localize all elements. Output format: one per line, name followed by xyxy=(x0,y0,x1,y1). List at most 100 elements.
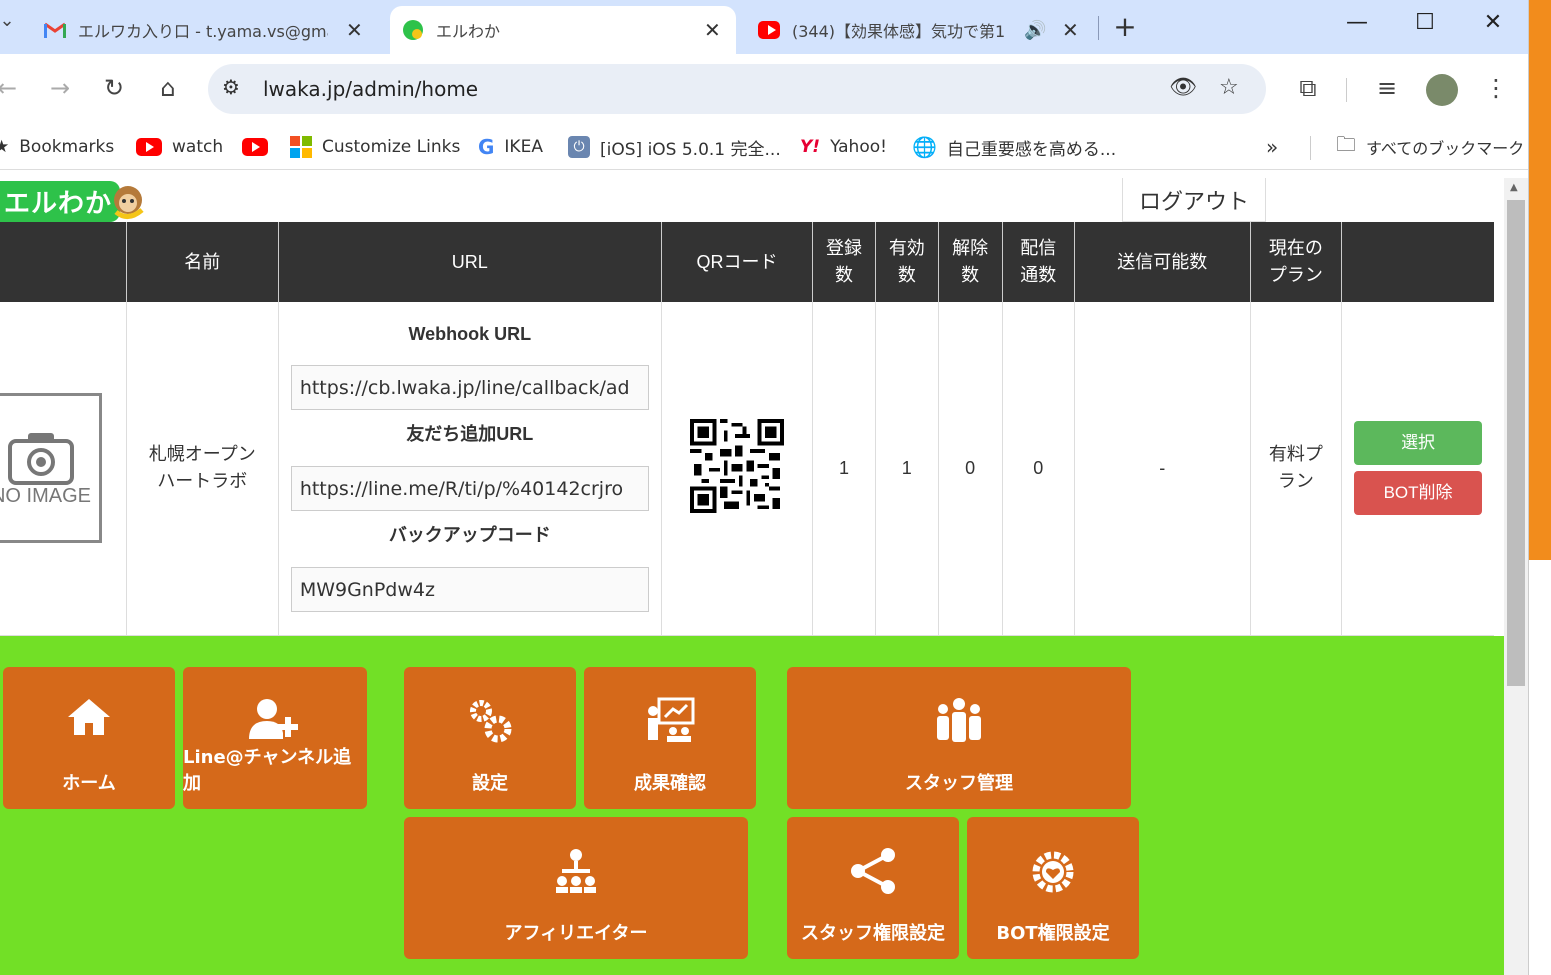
tab-elwaka[interactable]: エルわか ✕ xyxy=(390,6,736,54)
forward-arrow-icon[interactable]: → xyxy=(45,74,75,102)
column-sent: 配信通数 xyxy=(1002,222,1076,302)
bookmarks-bar: ★ Bookmarks watch Customize Links G IKEA ⏻… xyxy=(0,126,1528,170)
menu-label: BOT権限設定 xyxy=(996,923,1110,944)
address-bar[interactable]: ⚙ lwaka.jp/admin/home 👁 ☆ xyxy=(208,64,1266,114)
site-logo[interactable]: エルわか xyxy=(0,180,146,222)
bookmark-label: Yahoo! xyxy=(830,137,887,157)
page-scrollbar[interactable]: ▲ xyxy=(1504,178,1528,975)
results-menu-button[interactable]: 成果確認 xyxy=(584,667,756,809)
network-icon xyxy=(404,847,748,895)
presentation-icon xyxy=(584,697,756,743)
home-icon[interactable]: ⌂ xyxy=(153,74,183,102)
column-valid: 有効数 xyxy=(875,222,939,302)
admin-menu: ホーム Line@チャンネル追加 設定 成果確認 スタッフ管理 アフィリエイター xyxy=(0,636,1504,975)
reload-icon[interactable]: ↻ xyxy=(99,74,129,102)
cancelled-count: 0 xyxy=(938,302,1003,636)
profile-avatar[interactable] xyxy=(1426,74,1458,106)
column-cancelled: 解除数 xyxy=(938,222,1003,302)
youtube-icon xyxy=(136,138,162,156)
valid-count: 1 xyxy=(875,302,939,636)
add-user-icon xyxy=(183,697,367,741)
close-tab-icon[interactable]: ✕ xyxy=(704,18,721,42)
gears-icon xyxy=(404,697,576,745)
table-row: NO IMAGE 札幌オープンハートラボ Webhook URL https:/… xyxy=(0,302,1494,636)
webhook-url-field[interactable]: https://cb.lwaka.jp/line/callback/ad xyxy=(290,365,649,411)
bot-name-cell: 札幌オープンハートラボ xyxy=(126,302,279,636)
scroll-up-icon[interactable]: ▲ xyxy=(1510,182,1518,193)
backup-code-label: バックアップコード xyxy=(388,525,551,546)
gmail-icon xyxy=(44,19,66,41)
url-text[interactable]: lwaka.jp/admin/home xyxy=(263,77,478,101)
bookmark-star-icon[interactable]: ☆ xyxy=(1219,75,1239,100)
friend-url-field[interactable]: https://line.me/R/ti/p/%40142crjro xyxy=(290,466,649,512)
menu-label: アフィリエイター xyxy=(504,923,648,944)
browser-window: ⌄ エルワカ入り口 - t.yama.vs@gmai ✕ エルわか ✕ (344… xyxy=(0,0,1528,975)
all-bookmarks[interactable]: 🗀 すべてのブックマーク xyxy=(1336,132,1524,160)
column-actions xyxy=(1341,222,1494,302)
bookmark-item[interactable] xyxy=(242,134,278,160)
bot-table: 名前 URL QRコード 登録数 有効数 解除数 配信通数 送信可能数 現在のプ… xyxy=(0,222,1494,636)
bookmark-item[interactable]: ⏻ [iOS] iOS 5.0.1 完全... xyxy=(568,134,781,160)
tab-bar: ⌄ エルワカ入り口 - t.yama.vs@gmai ✕ エルわか ✕ (344… xyxy=(0,0,1528,54)
affiliator-menu-button[interactable]: アフィリエイター xyxy=(404,817,748,959)
no-image-placeholder: NO IMAGE xyxy=(0,393,102,544)
no-image-text: NO IMAGE xyxy=(0,484,91,507)
media-queue-icon[interactable]: ≡ xyxy=(1372,74,1402,102)
bookmark-item[interactable]: 🌐 自己重要感を高める... xyxy=(912,134,1116,160)
friend-url-label: 友だち追加URL xyxy=(406,424,534,445)
menu-label: スタッフ管理 xyxy=(905,773,1013,794)
staff-menu-button[interactable]: スタッフ管理 xyxy=(787,667,1131,809)
share-icon xyxy=(787,847,959,895)
tab-search-chevron-icon[interactable]: ⌄ xyxy=(0,10,22,31)
back-arrow-icon[interactable]: ← xyxy=(0,74,22,102)
more-bookmarks-chevron-icon[interactable]: » xyxy=(1266,134,1278,160)
bot-name: 札幌オープンハートラボ xyxy=(148,444,256,492)
yahoo-icon: Y! xyxy=(800,137,821,157)
qr-code-image[interactable] xyxy=(689,418,784,513)
site-settings-icon[interactable]: ⚙ xyxy=(222,75,240,99)
globe-icon: 🌐 xyxy=(912,135,937,159)
youtube-icon xyxy=(758,19,780,41)
backup-code-field[interactable]: MW9GnPdw4z xyxy=(290,567,649,613)
staff-permission-menu-button[interactable]: スタッフ権限設定 xyxy=(787,817,959,959)
bookmark-item[interactable]: Customize Links xyxy=(290,134,460,160)
new-tab-plus-icon[interactable]: + xyxy=(1113,10,1137,43)
menu-label: 設定 xyxy=(472,773,508,794)
bookmark-item[interactable]: watch xyxy=(136,134,223,160)
minimize-icon[interactable]: — xyxy=(1342,10,1372,35)
tab-separator xyxy=(1098,16,1099,40)
bot-permission-menu-button[interactable]: BOT権限設定 xyxy=(967,817,1139,959)
speaker-icon[interactable]: 🔊 xyxy=(1024,20,1046,41)
column-name: 名前 xyxy=(126,222,279,302)
tab-title: (344)【効果体感】気功で第1 xyxy=(792,22,1004,41)
eye-off-icon[interactable]: 👁 xyxy=(1169,75,1197,100)
scrollbar-thumb[interactable] xyxy=(1507,200,1525,686)
logo-text: エルわか xyxy=(0,180,121,222)
delete-bot-button[interactable]: BOT削除 xyxy=(1354,471,1483,516)
star-icon: ★ xyxy=(0,137,10,157)
bookmark-label: Bookmarks xyxy=(19,137,115,157)
add-channel-menu-button[interactable]: Line@チャンネル追加 xyxy=(183,667,367,809)
bot-image-cell: NO IMAGE xyxy=(0,302,127,636)
tab-gmail[interactable]: エルワカ入り口 - t.yama.vs@gmai ✕ xyxy=(44,6,384,54)
bookmark-item[interactable]: Y! Yahoo! xyxy=(800,134,887,160)
close-tab-icon[interactable]: ✕ xyxy=(346,18,363,42)
settings-menu-button[interactable]: 設定 xyxy=(404,667,576,809)
extensions-icon[interactable]: ⧉ xyxy=(1293,74,1323,102)
close-tab-icon[interactable]: ✕ xyxy=(1062,18,1079,42)
select-button[interactable]: 選択 xyxy=(1354,421,1483,466)
menu-dots-icon[interactable]: ⋮ xyxy=(1481,74,1511,102)
menu-label: ホーム xyxy=(62,773,116,794)
bookmark-item[interactable]: G IKEA xyxy=(478,134,543,160)
logout-button[interactable]: ログアウト xyxy=(1122,178,1266,222)
column-url: URL xyxy=(278,222,662,302)
home-menu-button[interactable]: ホーム xyxy=(3,667,175,809)
table-header-row: 名前 URL QRコード 登録数 有効数 解除数 配信通数 送信可能数 現在のプ… xyxy=(0,222,1494,302)
maximize-icon[interactable]: ☐ xyxy=(1410,10,1440,35)
bookmark-item[interactable]: ★ Bookmarks xyxy=(0,134,114,160)
column-sendable: 送信可能数 xyxy=(1074,222,1251,302)
close-window-icon[interactable]: ✕ xyxy=(1478,10,1508,35)
column-registered: 登録数 xyxy=(812,222,876,302)
tab-youtube[interactable]: (344)【効果体感】気功で第1 🔊 ✕ xyxy=(758,6,1088,54)
bookmark-label: [iOS] iOS 5.0.1 完全... xyxy=(600,139,781,160)
